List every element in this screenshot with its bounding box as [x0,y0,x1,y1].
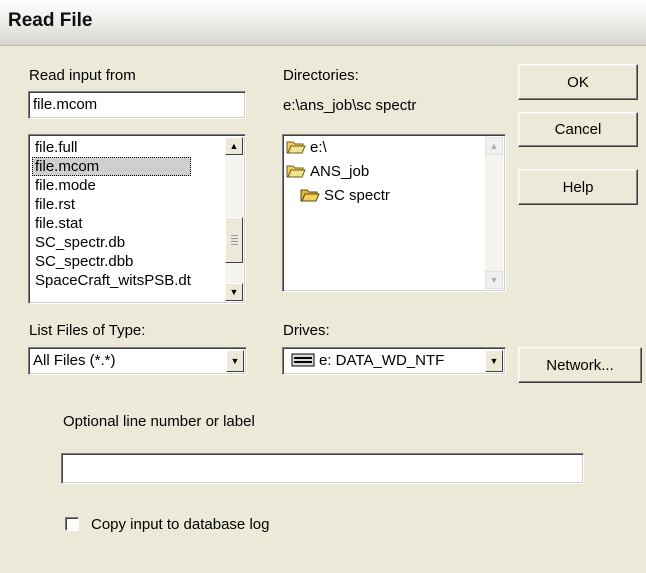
dialog-title: Read File [8,10,93,31]
drives-label: Drives: [283,322,330,339]
directory-item-sc-spectr[interactable]: SC spectr [300,186,390,206]
scroll-thumb[interactable] [225,217,243,263]
file-list-scrollbar[interactable]: ▲ ▼ [225,137,243,301]
scroll-up-icon: ▲ [485,137,503,155]
directory-item-label: e:\ [310,139,327,156]
directory-item-root[interactable]: e:\ [286,138,327,158]
file-list-item[interactable]: file.mode [32,176,191,195]
directory-item-label: ANS_job [310,163,370,180]
open-folder-icon [300,189,320,202]
copy-log-checkbox[interactable] [65,517,79,531]
read-input-field[interactable]: file.mcom [28,91,246,119]
file-list-item[interactable]: file.stat [32,214,191,233]
directory-item-ans-job[interactable]: ANS_job [286,162,369,182]
file-list-item[interactable]: SC_spectr.db [32,233,191,252]
cancel-button[interactable]: Cancel [518,112,638,147]
read-input-value: file.mcom [33,96,98,113]
optional-label: Optional line number or label [63,413,255,430]
help-button[interactable]: Help [518,169,638,205]
file-type-value: All Files (*.*) [33,352,116,369]
directory-list[interactable]: e:\ ANS_job SC spectr ▲ ▼ [282,134,506,292]
chevron-down-icon[interactable]: ▼ [485,350,503,372]
file-type-select[interactable]: All Files (*.*) ▼ [28,347,247,375]
directory-item-label: SC spectr [324,187,390,204]
file-list[interactable]: file.full file.mcom file.mode file.rst f… [28,134,246,304]
scroll-up-icon[interactable]: ▲ [225,137,243,155]
drive-icon [291,353,315,367]
drives-value: e: DATA_WD_NTF [319,352,445,369]
read-input-label: Read input from [29,67,136,84]
open-folder-icon [286,165,306,178]
copy-log-label: Copy input to database log [91,516,270,533]
scroll-down-icon[interactable]: ▼ [225,283,243,301]
network-button[interactable]: Network... [518,347,642,383]
file-type-label: List Files of Type: [29,322,146,339]
file-list-item-selected[interactable]: file.mcom [32,157,191,176]
file-list-item[interactable]: file.full [32,138,191,157]
file-list-item[interactable]: file.rst [32,195,191,214]
chevron-down-icon[interactable]: ▼ [226,350,244,372]
scroll-down-icon: ▼ [485,271,503,289]
current-path: e:\ans_job\sc spectr [283,97,417,114]
drives-select[interactable]: e: DATA_WD_NTF ▼ [282,347,506,375]
open-folder-icon [286,141,306,154]
ok-button[interactable]: OK [518,64,638,100]
directory-list-scrollbar: ▲ ▼ [485,137,503,289]
title-bar: Read File [0,0,646,46]
file-list-item[interactable]: SpaceCraft_witsPSB.dt [32,271,191,290]
directories-label: Directories: [283,67,359,84]
file-list-item[interactable]: SC_spectr.dbb [32,252,191,271]
optional-input[interactable] [61,453,584,484]
